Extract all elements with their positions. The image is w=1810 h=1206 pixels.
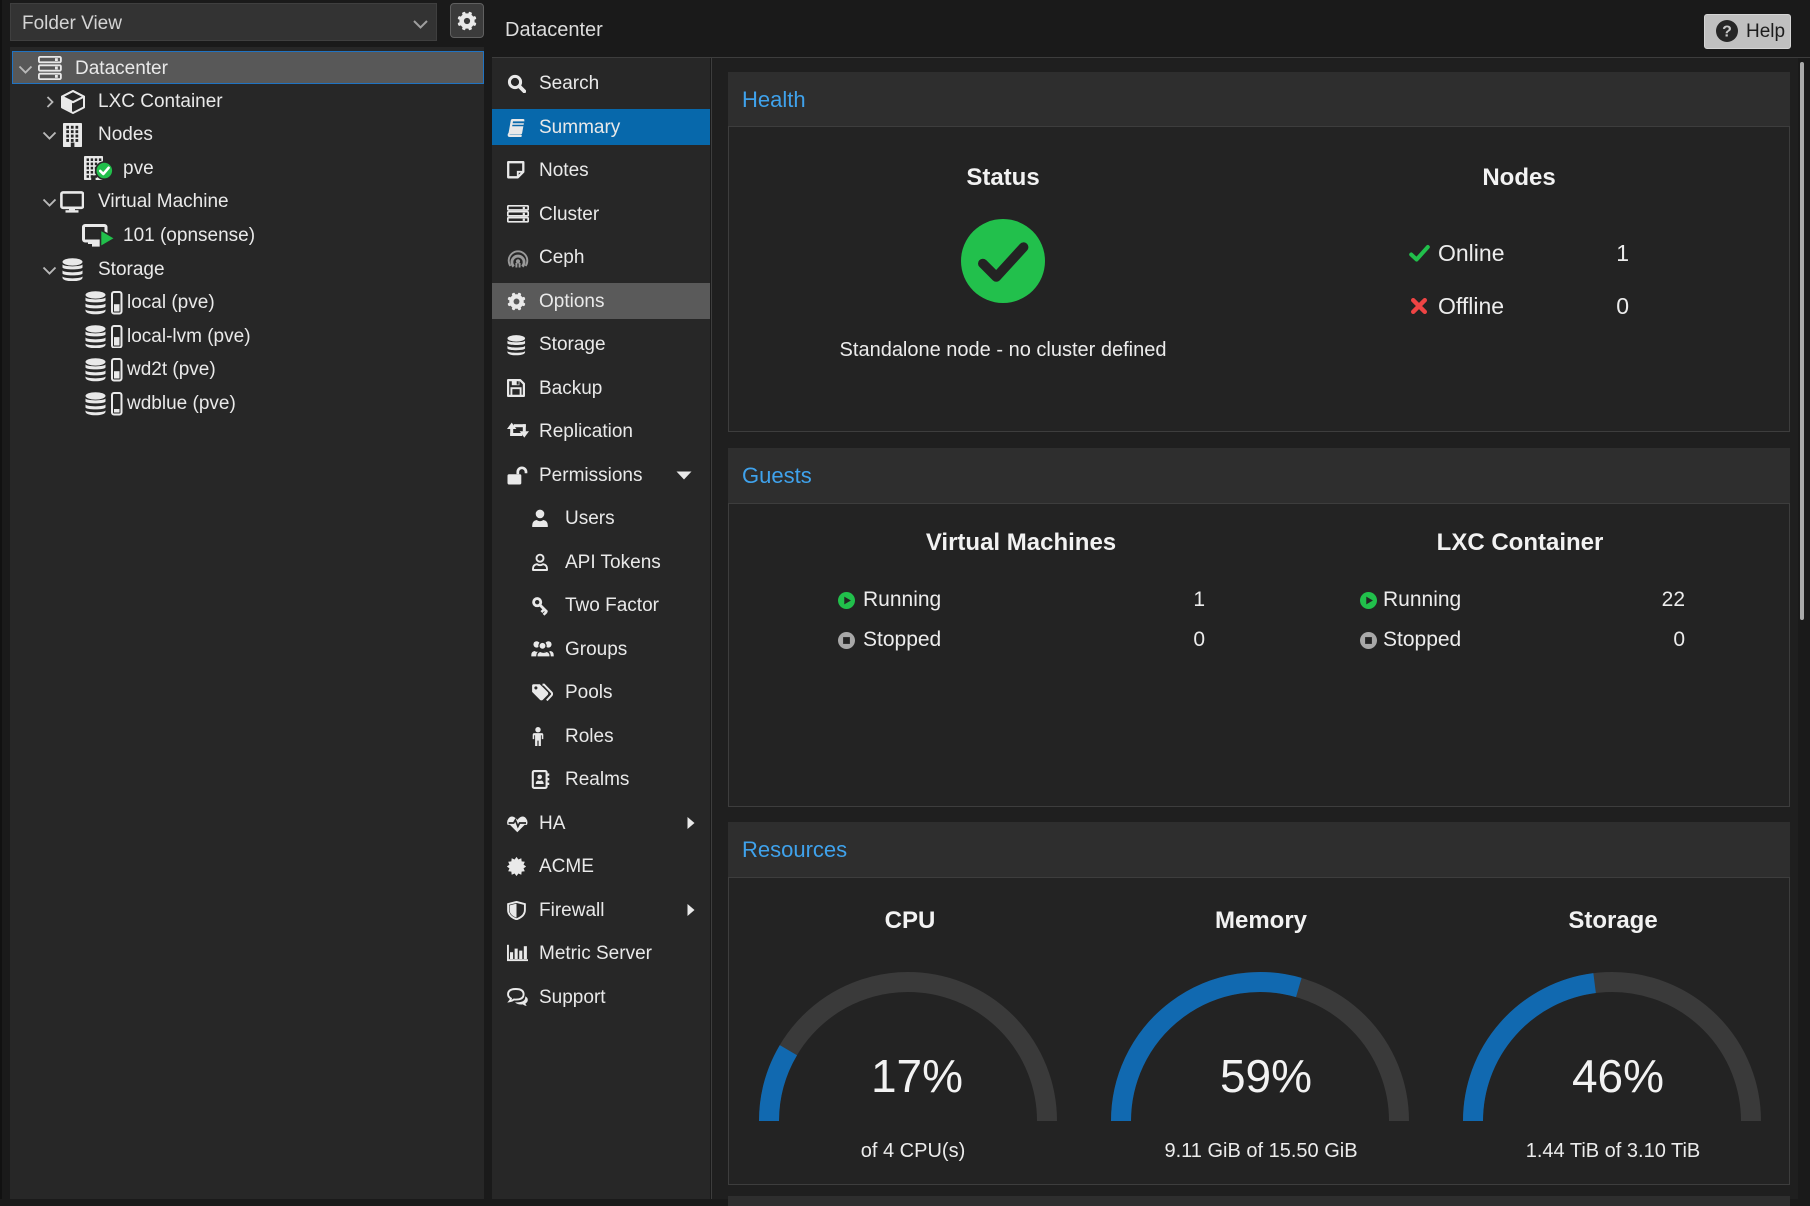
svg-text:?: ? [1722,24,1732,41]
